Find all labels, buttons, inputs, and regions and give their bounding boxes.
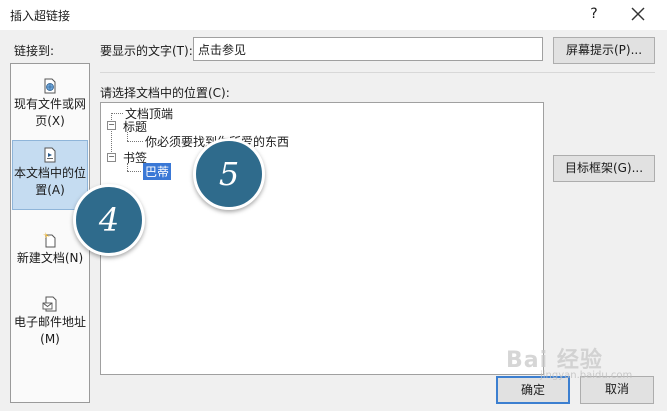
link-to-label: 链接到: [14,44,55,58]
title-bar: 插入超链接 ? [0,0,667,30]
step-marker-5: 5 [193,138,265,210]
tree-connector [111,113,123,114]
close-icon [631,7,645,21]
globe-file-icon [44,78,56,94]
nav-existing-file-or-webpage[interactable]: 现有文件或网 页(X) [12,76,88,144]
tree-item-bookmark-selected[interactable]: 巴蒂 [143,163,172,180]
tree-collapse-icon[interactable]: − [107,121,116,130]
nav-email-address[interactable]: 电子邮件地址 (M) [12,296,88,356]
nav-thisdoc-label-line2: 置(A) [35,183,65,197]
nav-place-in-this-document[interactable]: 本文档中的位 置(A) [12,140,88,210]
tree-connector [127,132,128,141]
document-place-tree[interactable]: 文档顶端 − 标题 你必须要找到你所爱的东西 − 书签 巴蒂 [100,102,544,375]
step-marker-4: 4 [73,184,145,256]
place-in-document-label: 请选择文档中的位置(C): [100,86,230,100]
watermark: Bai 经验 jingyan.baidu.com [506,338,666,384]
tree-connector [127,141,143,142]
target-frame-button[interactable]: 目标框架(G)... [553,155,655,182]
tree-collapse-icon[interactable]: − [107,153,116,162]
display-text-label: 要显示的文字(T): [100,44,193,58]
email-icon [42,296,57,312]
nav-new-label: 新建文档(N) [16,251,84,265]
tree-connector [127,163,128,171]
tree-connector [127,171,141,172]
nav-create-new-document[interactable]: 新建文档(N) [12,232,88,282]
nav-thisdoc-label-line1: 本文档中的位 [13,166,86,180]
nav-existing-label-line2: 页(X) [35,114,65,128]
display-text-input[interactable] [193,37,543,61]
nav-email-label-line2: (M) [40,332,60,346]
nav-existing-label-line1: 现有文件或网 [13,97,86,111]
help-button[interactable]: ? [580,2,608,26]
screentip-button[interactable]: 屏幕提示(P)... [553,37,655,64]
close-button[interactable] [622,2,654,26]
new-document-icon [43,232,56,248]
divider [100,72,655,73]
nav-email-label-line1: 电子邮件地址 [13,315,86,329]
watermark-url: jingyan.baidu.com [540,370,633,381]
document-place-icon [44,147,56,163]
dialog-title: 插入超链接 [10,9,71,23]
